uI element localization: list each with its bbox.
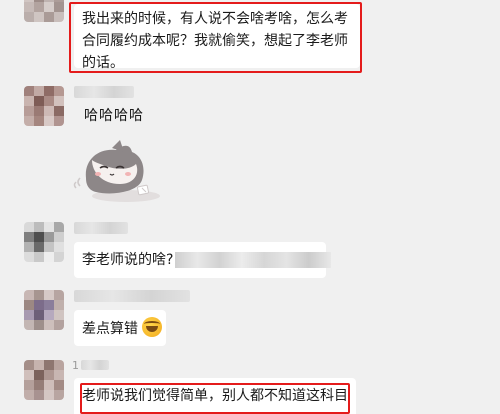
avatar[interactable]: [24, 86, 64, 126]
sender-name: [74, 86, 134, 98]
message-bubble[interactable]: 差点算错: [74, 310, 166, 346]
highlight-box: [69, 2, 362, 73]
message-text: 李老师说的啥?: [82, 252, 174, 268]
message-bubble[interactable]: 李老师说的啥?: [74, 242, 332, 278]
crying-cat-sticker[interactable]: [72, 138, 168, 204]
message-text: 哈哈哈哈: [84, 108, 144, 124]
message-text: 差点算错: [82, 321, 138, 337]
grimace-emoji-icon: [142, 317, 162, 337]
redacted-text: [175, 252, 332, 268]
sender-name: [74, 222, 128, 234]
sender-name: [74, 290, 190, 302]
highlight-box: [80, 383, 350, 414]
avatar[interactable]: [24, 290, 64, 330]
avatar[interactable]: [24, 0, 64, 22]
avatar[interactable]: [24, 360, 64, 400]
avatar[interactable]: [24, 222, 64, 262]
sender-name: 1: [72, 358, 109, 372]
